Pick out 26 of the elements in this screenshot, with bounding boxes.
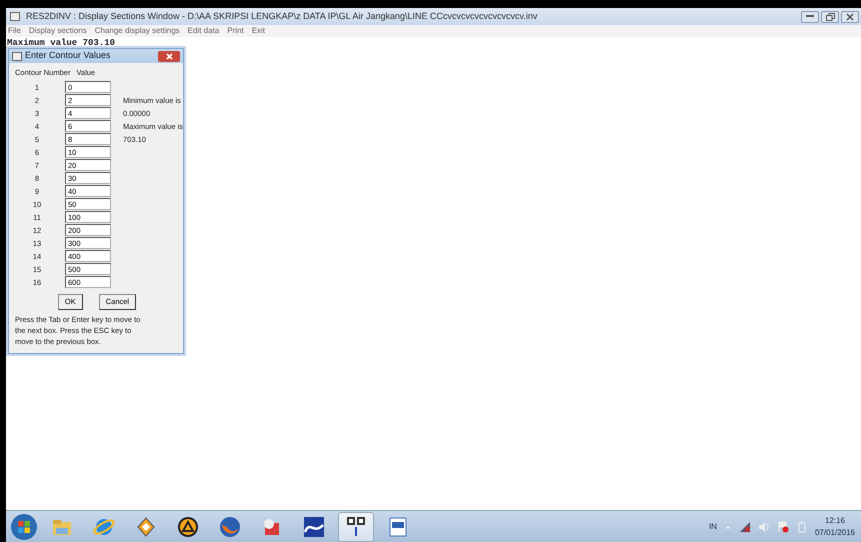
clock-date[interactable]: 07/01/2016 (814, 526, 855, 538)
dialog-icon (12, 52, 22, 60)
start-button[interactable] (10, 512, 38, 540)
window-title: RES2DINV : Display Sections Window - D:\AA SKRIPSI LENGKAP\z DATA IP\GL Air Jangkang\LINE CCcvcvcvcvcvcvcvcvcv.inv (26, 10, 538, 23)
status-text: Maximum value 703.10 (6, 38, 116, 48)
menu-item[interactable]: Change display settings (94, 25, 180, 37)
network-icon[interactable] (738, 520, 751, 532)
close-button[interactable] (158, 50, 180, 62)
close-icon (846, 12, 854, 20)
dialog-title: Enter Contour Values (25, 49, 110, 62)
app-icon (10, 12, 20, 21)
flag-icon[interactable] (776, 520, 789, 532)
language-indicator[interactable]: IN (708, 520, 717, 532)
menu-item[interactable]: Exit (252, 25, 266, 37)
clock-time[interactable]: 12:16 (814, 514, 855, 526)
restore-icon (826, 12, 834, 20)
menu-item[interactable]: Print (227, 25, 244, 37)
minimize-icon (806, 15, 814, 18)
menu-item[interactable]: Display sections (28, 25, 87, 37)
restore-button[interactable] (821, 10, 839, 22)
menu-item[interactable]: Edit data (188, 25, 220, 37)
menu-item[interactable]: File (8, 25, 21, 37)
blocks-icon[interactable] (338, 512, 374, 542)
close-button[interactable] (841, 10, 859, 22)
minimize-button[interactable] (801, 10, 819, 22)
close-icon (166, 52, 172, 60)
